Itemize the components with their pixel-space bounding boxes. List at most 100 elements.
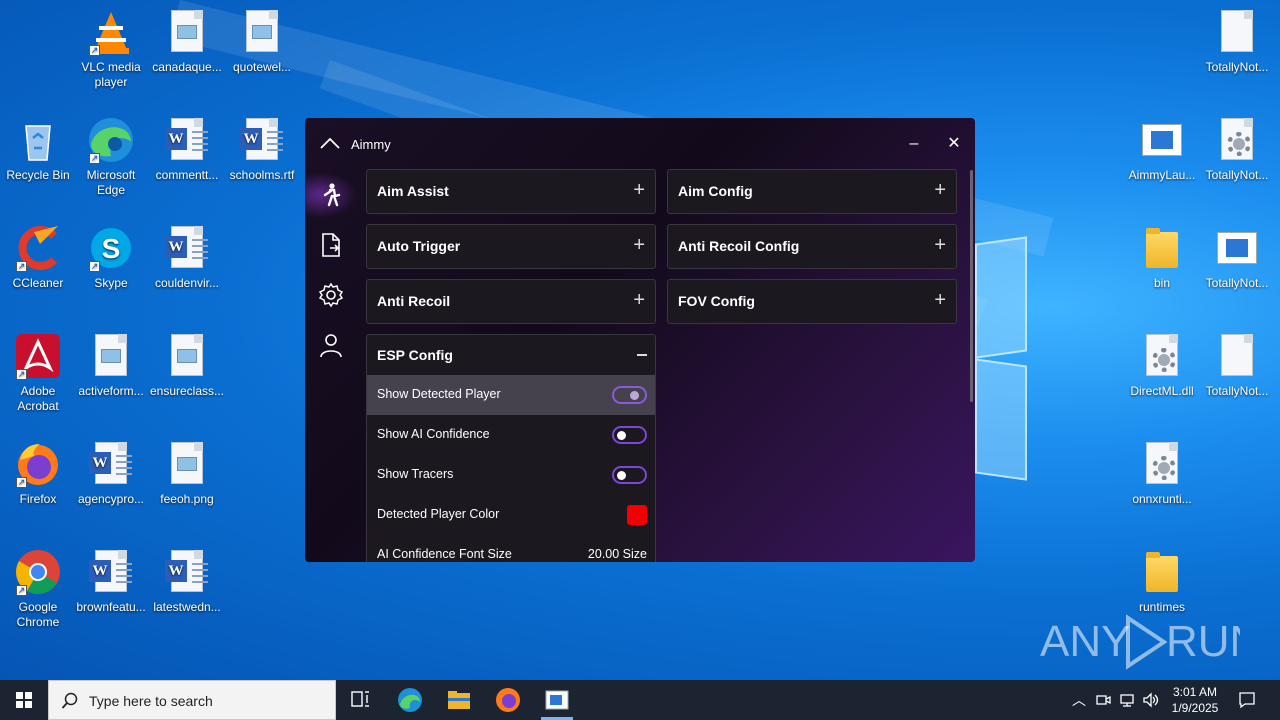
desktop-icon-settings-doc[interactable]: onnxrunti... <box>1124 440 1200 507</box>
expand-plus-icon[interactable]: + <box>633 179 645 202</box>
fov-config-card[interactable]: FOV Config + <box>667 279 957 324</box>
aimmy-window: Aimmy – ✕ Aim Assist + Auto Trigger + An… <box>305 118 975 562</box>
collapse-minus-icon[interactable] <box>637 345 647 359</box>
desktop-icon-label: DirectML.dll <box>1130 384 1194 398</box>
firefox-taskbar-icon[interactable] <box>484 680 532 720</box>
aim-assist-card[interactable]: Aim Assist + <box>366 169 656 214</box>
show-ai-confidence-row: Show AI Confidence <box>367 415 655 455</box>
show-ai-confidence-toggle[interactable] <box>612 426 647 444</box>
anyrun-watermark: ANY RUN <box>1040 610 1261 670</box>
firefox-icon: ↗ <box>14 440 62 488</box>
document-icon[interactable] <box>317 231 345 259</box>
desktop-icon-edge[interactable]: ↗ Microsoft Edge <box>73 116 149 198</box>
desktop-icon-label: activeform... <box>78 384 144 398</box>
desktop-icon-label: Microsoft <box>86 168 136 182</box>
windows-start-icon[interactable] <box>0 680 48 720</box>
show-tracers-toggle[interactable] <box>612 466 647 484</box>
show-detected-player-toggle[interactable] <box>612 386 647 404</box>
svg-text:S: S <box>102 233 121 264</box>
desktop-icon-word-doc[interactable]: Wagencypro... <box>73 440 149 507</box>
desktop-icon-word-doc[interactable]: Wcommentt... <box>149 116 225 183</box>
show-hidden-icons-chevron-icon[interactable]: ︿ <box>1072 690 1086 710</box>
card-title: ESP Config <box>377 347 453 363</box>
desktop-icon-image-doc[interactable]: activeform... <box>73 332 149 399</box>
desktop-icon-blank-doc[interactable]: TotallyNot... <box>1199 8 1275 75</box>
desktop-icon-acrobat[interactable]: ↗ Adobe Acrobat <box>0 332 76 414</box>
settings-doc-icon <box>1138 440 1186 488</box>
anti-recoil-config-card[interactable]: Anti Recoil Config + <box>667 224 957 269</box>
desktop-icon-recycle-bin[interactable]: Recycle Bin <box>0 116 76 183</box>
auto-trigger-card[interactable]: Auto Trigger + <box>366 224 656 269</box>
desktop-icon-label: Firefox <box>19 492 57 506</box>
desktop-icon-word-doc[interactable]: Wschoolms.rtf <box>224 116 300 183</box>
desktop-icon-app-window[interactable]: AimmyLau... <box>1124 116 1200 183</box>
desktop-icon-label: Skype <box>94 276 128 290</box>
desktop-icon-image-doc[interactable]: quotewel... <box>224 8 300 75</box>
anti-recoil-card[interactable]: Anti Recoil + <box>366 279 656 324</box>
expand-plus-icon[interactable]: + <box>633 234 645 257</box>
show-detected-player-row[interactable]: Show Detected Player <box>367 375 655 415</box>
minimize-button[interactable]: – <box>899 132 929 156</box>
desktop-icon-folder[interactable]: bin <box>1124 224 1200 291</box>
desktop-icon-label: onnxrunti... <box>1132 492 1192 506</box>
desktop-icon-skype[interactable]: S ↗ Skype <box>73 224 149 291</box>
desktop-icon-word-doc[interactable]: Wlatestwedn... <box>149 548 225 615</box>
desktop-icon-blank-doc[interactable]: TotallyNot... <box>1199 332 1275 399</box>
expand-plus-icon[interactable]: + <box>934 289 946 312</box>
close-button[interactable]: ✕ <box>939 132 969 156</box>
taskbar-search-box[interactable]: Type here to search <box>48 680 336 720</box>
app-window-icon <box>1138 116 1186 164</box>
desktop-icon-label: Edge <box>96 183 126 197</box>
expand-plus-icon[interactable]: + <box>633 289 645 312</box>
card-title: Aim Assist <box>377 183 449 199</box>
desktop-icon-image-doc[interactable]: canadaque... <box>149 8 225 75</box>
window-title: Aimmy <box>351 137 391 152</box>
word-doc-icon: W <box>238 116 286 164</box>
task-view-icon[interactable] <box>336 680 384 720</box>
collapse-chevron-icon[interactable] <box>319 136 341 150</box>
desktop-icon-ccleaner[interactable]: ↗ CCleaner <box>0 224 76 291</box>
title-bar[interactable]: Aimmy – ✕ <box>305 118 975 170</box>
settings-doc-icon <box>1138 332 1186 380</box>
volume-icon[interactable] <box>1142 692 1160 708</box>
skype-icon: S ↗ <box>87 224 135 272</box>
word-doc-icon: W <box>87 440 135 488</box>
setting-label: AI Confidence Font Size <box>377 547 512 561</box>
desktop-icon-firefox[interactable]: ↗ Firefox <box>0 440 76 507</box>
network-icon[interactable] <box>1119 692 1135 708</box>
desktop-icon-label: Chrome <box>16 615 60 629</box>
esp-config-panel: ESP Config Show Detected Player Show AI … <box>366 334 656 562</box>
aim-config-card[interactable]: Aim Config + <box>667 169 957 214</box>
expand-plus-icon[interactable]: + <box>934 234 946 257</box>
desktop-icon-app-window[interactable]: TotallyNot... <box>1199 224 1275 291</box>
notifications-icon[interactable] <box>1238 691 1256 709</box>
desktop-icon-settings-doc[interactable]: DirectML.dll <box>1124 332 1200 399</box>
taskbar-clock[interactable]: 3:01 AM 1/9/2025 <box>1165 684 1225 716</box>
aim-figure-icon[interactable] <box>317 181 345 209</box>
word-doc-icon: W <box>163 116 211 164</box>
scrollbar-thumb[interactable] <box>970 170 973 402</box>
desktop-icon-vlc[interactable]: ↗ VLC media player <box>73 8 149 90</box>
desktop-icon-image-doc[interactable]: ensureclass... <box>149 332 225 399</box>
desktop-icon-folder[interactable]: runtimes <box>1124 548 1200 615</box>
desktop-icon-label: TotallyNot... <box>1205 168 1269 182</box>
detected-player-color-row: Detected Player Color <box>367 495 655 535</box>
meet-now-icon[interactable] <box>1095 692 1111 708</box>
font-size-value[interactable]: 20.00 Size <box>588 547 647 561</box>
desktop-icon-settings-doc[interactable]: TotallyNot... <box>1199 116 1275 183</box>
file-explorer-icon[interactable] <box>435 680 483 720</box>
desktop-icon-label: couldenvir... <box>154 276 220 290</box>
desktop-icon-word-doc[interactable]: Wcouldenvir... <box>149 224 225 291</box>
aimmy-taskbar-icon[interactable] <box>533 680 581 720</box>
expand-plus-icon[interactable]: + <box>934 179 946 202</box>
settings-gear-icon[interactable] <box>317 281 345 309</box>
edge-taskbar-icon[interactable] <box>386 680 434 720</box>
desktop-icon-label: TotallyNot... <box>1205 60 1269 74</box>
esp-config-header[interactable]: ESP Config <box>367 335 655 375</box>
desktop-icon-chrome[interactable]: ↗ Google Chrome <box>0 548 76 630</box>
color-swatch[interactable] <box>627 505 647 525</box>
desktop-icon-label: AimmyLau... <box>1128 168 1196 182</box>
user-icon[interactable] <box>317 331 345 359</box>
desktop-icon-image-doc[interactable]: feeoh.png <box>149 440 225 507</box>
desktop-icon-word-doc[interactable]: Wbrownfeatu... <box>73 548 149 615</box>
